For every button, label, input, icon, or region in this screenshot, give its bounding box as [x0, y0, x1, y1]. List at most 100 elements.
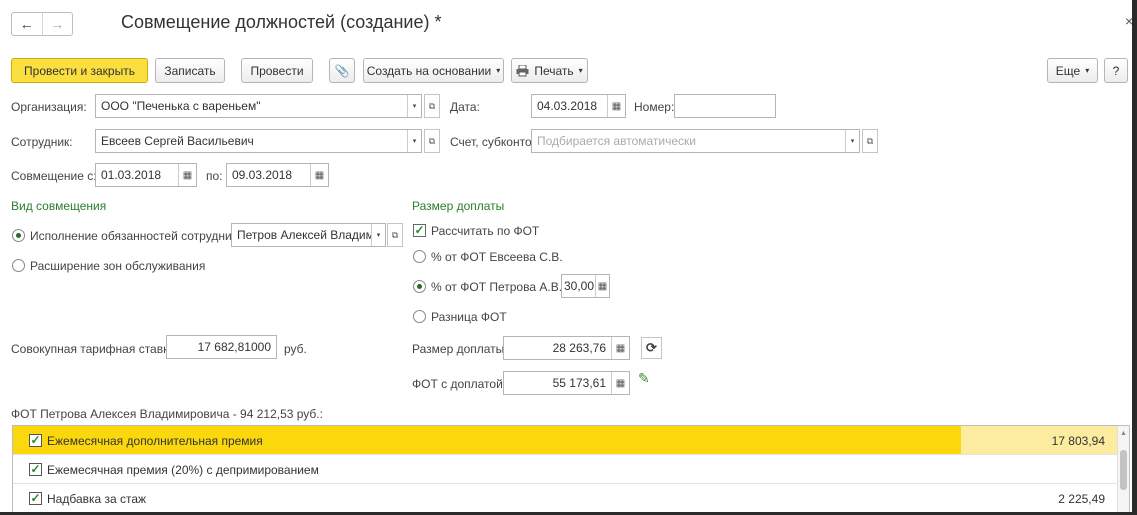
employee-value: Евсеев Сергей Васильевич	[101, 134, 254, 148]
help-button[interactable]: ?	[1104, 58, 1128, 83]
row-checkbox[interactable]: ✓	[29, 463, 42, 476]
refresh-icon[interactable]: ⟳	[641, 337, 662, 359]
attach-icon[interactable]: 📎	[329, 58, 355, 83]
opt1-label[interactable]: Исполнение обязанностей сотрудника	[30, 229, 244, 243]
dropdown-icon[interactable]: ▾	[371, 224, 385, 246]
rate-value: 17 682,81000	[197, 340, 271, 354]
post-button[interactable]: Провести	[241, 58, 313, 83]
fot-label: ФОТ с доплатой:	[412, 377, 507, 391]
combo-to-field[interactable]: 09.03.2018 ▦	[226, 163, 329, 187]
date-value: 04.03.2018	[537, 99, 598, 113]
combo-to-label: по:	[206, 169, 223, 183]
create-based-on-button[interactable]: Создать на основании ▾	[363, 58, 504, 83]
employee-field[interactable]: Евсеев Сергей Васильевич ▾	[95, 129, 422, 153]
amount-field[interactable]: 28 263,76 ▦	[503, 336, 630, 360]
row-checkbox[interactable]: ✓	[29, 492, 42, 505]
chevron-down-icon: ▾	[496, 66, 501, 75]
opt1-employee-field[interactable]: Петров Алексей Владими ▾	[231, 223, 386, 247]
calendar-icon[interactable]: ▦	[310, 164, 328, 186]
number-label: Номер:	[634, 100, 675, 114]
fot-table: ✓ Ежемесячная дополнительная премия 17 8…	[12, 425, 1130, 515]
pct-value: 30,00	[564, 279, 595, 293]
account-placeholder: Подбирается автоматически	[537, 134, 696, 148]
date-label: Дата:	[450, 100, 480, 114]
row-amount: 2 225,49	[1058, 492, 1105, 506]
pct-field[interactable]: 30,00 ▦	[561, 274, 610, 298]
fot-field[interactable]: 55 173,61 ▦	[503, 371, 630, 395]
radio-pct-petrov[interactable]	[413, 280, 426, 293]
number-field[interactable]	[674, 94, 776, 118]
table-scrollbar[interactable]: ▲	[1117, 426, 1129, 514]
calendar-icon[interactable]: ▦	[607, 95, 625, 117]
radio-pct-evseev[interactable]	[413, 250, 426, 263]
diff-label[interactable]: Разница ФОТ	[431, 310, 507, 324]
pencil-icon[interactable]: ✎	[638, 370, 650, 387]
calculator-icon[interactable]: ▦	[611, 337, 629, 359]
dropdown-icon[interactable]: ▾	[845, 130, 859, 152]
combo-from-label: Совмещение с:	[11, 169, 97, 183]
combo-from-field[interactable]: 01.03.2018 ▦	[95, 163, 197, 187]
post-and-close-button[interactable]: Провести и закрыть	[11, 58, 148, 83]
table-row[interactable]: ✓ Ежемесячная дополнительная премия 17 8…	[13, 426, 1129, 455]
more-button[interactable]: Еще ▾	[1047, 58, 1098, 83]
open-org-icon[interactable]: ⧉	[424, 94, 440, 118]
open-employee-icon[interactable]: ⧉	[424, 129, 440, 153]
print-label: Печать	[534, 63, 574, 78]
row-amount: 17 803,94	[961, 426, 1118, 454]
calc-fot-checkbox[interactable]: ✓	[413, 224, 426, 237]
rate-field[interactable]: 17 682,81000	[166, 335, 277, 359]
radio-opt1[interactable]	[12, 229, 25, 242]
open-account-icon[interactable]: ⧉	[862, 129, 878, 153]
create-based-on-label: Создать на основании	[366, 63, 492, 78]
row-name: Ежемесячная премия (20%) с депримировани…	[47, 463, 319, 477]
opt2-label[interactable]: Расширение зон обслуживания	[30, 259, 205, 273]
amount-value: 28 263,76	[552, 341, 606, 355]
org-field[interactable]: ООО "Печенька с вареньем" ▾	[95, 94, 422, 118]
table-row[interactable]: ✓ Ежемесячная премия (20%) с депримирова…	[13, 455, 1129, 484]
print-button[interactable]: Печать ▾	[511, 58, 588, 83]
scrollbar-thumb[interactable]	[1120, 450, 1127, 490]
row-checkbox[interactable]: ✓	[29, 434, 42, 447]
radio-diff[interactable]	[413, 310, 426, 323]
chevron-down-icon: ▾	[578, 66, 583, 75]
table-row[interactable]: ✓ Надбавка за стаж 2 225,49	[13, 484, 1129, 513]
row-amount	[961, 455, 1118, 483]
dropdown-icon[interactable]: ▾	[407, 95, 421, 117]
org-label: Организация:	[11, 100, 87, 114]
printer-icon	[516, 64, 529, 76]
more-label: Еще	[1055, 63, 1081, 78]
date-field[interactable]: 04.03.2018 ▦	[531, 94, 626, 118]
dropdown-icon[interactable]: ▾	[407, 130, 421, 152]
nav-buttons: ← →	[11, 12, 73, 36]
account-field[interactable]: Подбирается автоматически ▾	[531, 129, 860, 153]
row-name: Ежемесячная дополнительная премия	[47, 434, 263, 448]
combo-to-value: 09.03.2018	[232, 168, 293, 182]
page-title: Совмещение должностей (создание) *	[121, 12, 442, 32]
pct-petrov-label[interactable]: % от ФОТ Петрова А.В.	[431, 280, 562, 294]
opt1-employee-value: Петров Алексей Владими	[237, 228, 371, 242]
employee-label: Сотрудник:	[11, 135, 73, 149]
radio-opt2[interactable]	[12, 259, 25, 272]
account-label: Счет, субконто:	[450, 135, 535, 149]
calc-fot-label[interactable]: Рассчитать по ФОТ	[431, 224, 539, 238]
open-opt1-employee-icon[interactable]: ⧉	[387, 223, 403, 247]
back-button[interactable]: ←	[12, 13, 43, 35]
chevron-down-icon: ▾	[1085, 66, 1090, 75]
pct-evseev-label[interactable]: % от ФОТ Евсеева С.В.	[431, 250, 563, 264]
fot-value: 55 173,61	[552, 376, 606, 390]
calendar-icon[interactable]: ▦	[178, 164, 196, 186]
window-edge	[1132, 0, 1137, 515]
calculator-icon[interactable]: ▦	[595, 275, 609, 297]
forward-button[interactable]: →	[43, 13, 73, 35]
table-caption: ФОТ Петрова Алексея Владимировича - 94 2…	[11, 407, 323, 421]
surcharge-heading: Размер доплаты	[412, 199, 505, 213]
save-button[interactable]: Записать	[155, 58, 225, 83]
org-value: ООО "Печенька с вареньем"	[101, 99, 261, 113]
combo-from-value: 01.03.2018	[101, 168, 162, 182]
rate-label: Совокупная тарифная ставка:	[11, 342, 179, 356]
row-name: Надбавка за стаж	[47, 492, 147, 506]
combo-type-heading: Вид совмещения	[11, 199, 107, 213]
calculator-icon[interactable]: ▦	[611, 372, 629, 394]
rate-unit: руб.	[284, 342, 307, 356]
scroll-up-icon[interactable]: ▲	[1120, 430, 1127, 437]
